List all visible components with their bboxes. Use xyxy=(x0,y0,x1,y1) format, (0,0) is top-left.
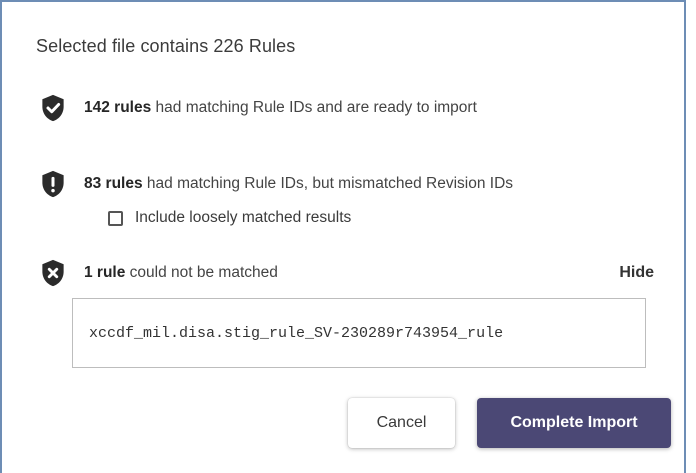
shield-x-icon xyxy=(38,258,68,288)
loose-match-option[interactable]: Include loosely matched results xyxy=(108,209,351,227)
matched-rules-description: had matching Rule IDs and are ready to i… xyxy=(151,99,477,116)
unmatched-rules-text: 1 rule could not be matched xyxy=(84,264,278,282)
loose-match-label[interactable]: Include loosely matched results xyxy=(135,209,351,227)
mismatched-rules-text: 83 rules had matching Rule IDs, but mism… xyxy=(84,175,513,193)
summary-suffix: Rules xyxy=(243,36,296,56)
matched-rules-row: 142 rules had matching Rule IDs and are … xyxy=(38,93,477,123)
mismatched-rules-count: 83 rules xyxy=(84,175,143,192)
shield-check-icon xyxy=(38,93,68,123)
import-dialog: Selected file contains 226 Rules 142 rul… xyxy=(0,0,686,473)
summary-text: Selected file contains 226 Rules xyxy=(36,36,295,57)
summary-count: 226 xyxy=(213,36,244,56)
loose-match-checkbox[interactable] xyxy=(108,210,123,226)
shield-exclamation-icon xyxy=(38,169,68,199)
mismatched-rules-row: 83 rules had matching Rule IDs, but mism… xyxy=(38,169,513,199)
unmatched-rules-row: 1 rule could not be matched xyxy=(38,258,660,288)
cancel-button[interactable]: Cancel xyxy=(348,398,455,448)
unmatched-rules-count: 1 rule xyxy=(84,264,126,281)
complete-import-button[interactable]: Complete Import xyxy=(477,398,671,448)
mismatched-rules-description: had matching Rule IDs, but mismatched Re… xyxy=(142,175,514,192)
unmatched-rule-list: xccdf_mil.disa.stig_rule_SV-230289r74395… xyxy=(72,298,646,368)
unmatched-rule-id: xccdf_mil.disa.stig_rule_SV-230289r74395… xyxy=(89,324,504,342)
matched-rules-text: 142 rules had matching Rule IDs and are … xyxy=(84,99,477,117)
matched-rules-count: 142 rules xyxy=(84,99,152,116)
unmatched-rules-description: could not be matched xyxy=(125,264,278,281)
summary-prefix: Selected file contains xyxy=(36,36,214,56)
hide-unmatched-toggle[interactable]: Hide xyxy=(619,264,654,282)
